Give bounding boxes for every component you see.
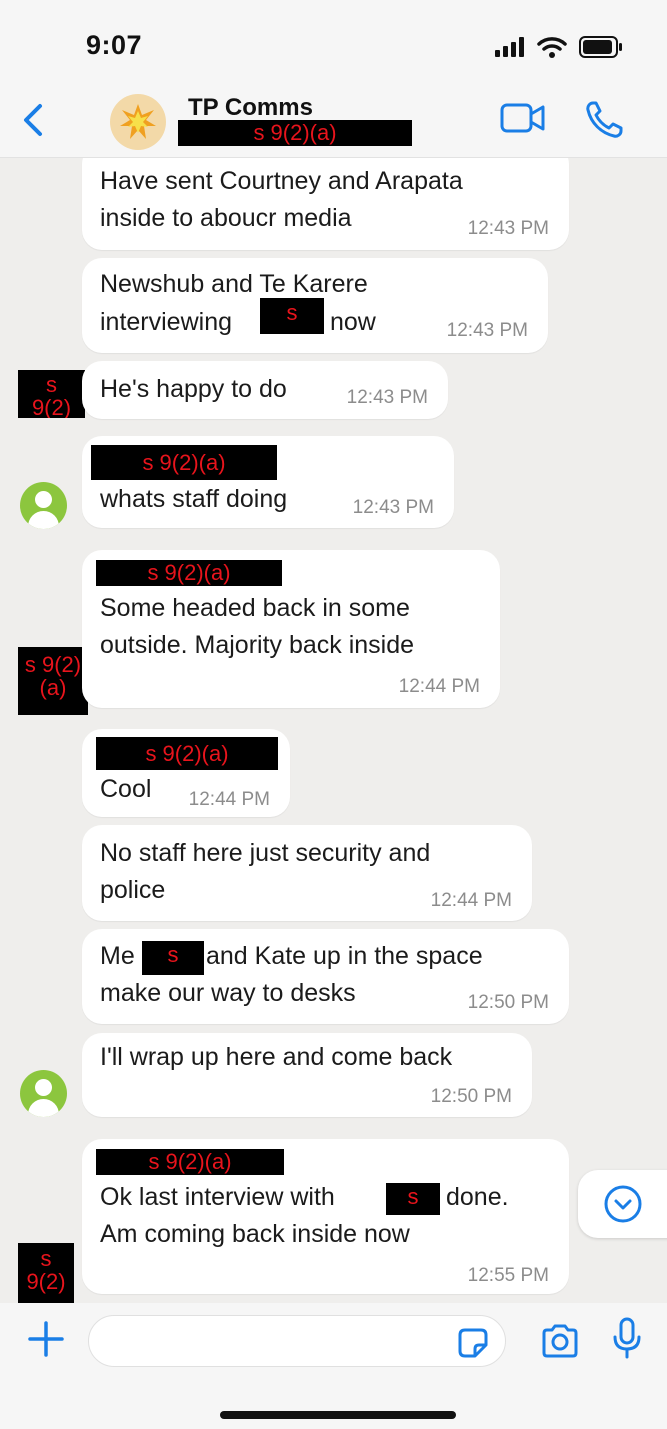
message-bubble[interactable]: Have sent Courtney and Arapata inside to… (82, 158, 569, 250)
message-bubble[interactable]: Me s and Kate up in the space make our w… (82, 929, 569, 1024)
chat-header: TP Comms s 9(2)(a) (0, 90, 667, 158)
message-text: done. (446, 1183, 509, 1211)
message-time: 12:44 PM (430, 890, 512, 911)
wifi-icon (537, 37, 567, 58)
battery-icon (579, 36, 622, 58)
chat-title[interactable]: TP Comms (188, 94, 313, 122)
sender-name-redaction: s 9(2)(a) (96, 737, 278, 770)
message-text: and Kate up in the space (206, 942, 483, 970)
message-text: Me (100, 942, 135, 970)
attach-button[interactable] (26, 1319, 66, 1364)
chevron-left-icon (24, 104, 42, 136)
scroll-to-bottom-button[interactable] (578, 1170, 667, 1238)
sender-name-redaction: s 9(2)(a) (91, 445, 277, 480)
message-bubble[interactable]: No staff here just security and police 1… (82, 825, 532, 921)
sender-name-redaction: s 9(2)(a) (96, 560, 282, 586)
message-bubble[interactable]: I'll wrap up here and come back 12:50 PM (82, 1033, 532, 1117)
message-text: Have sent Courtney and Arapata inside to… (100, 167, 463, 232)
message-bubble[interactable]: s 9(2)(a) Cool 12:44 PM (82, 729, 290, 817)
voice-call-button[interactable] (584, 100, 624, 145)
message-text: whats staff doing (100, 485, 288, 513)
message-time: 12:43 PM (352, 497, 434, 518)
phone-icon (586, 101, 623, 138)
microphone-button[interactable] (612, 1317, 642, 1364)
message-text: interviewing (100, 308, 233, 336)
name-redaction: s (142, 941, 204, 975)
name-redaction: s (260, 298, 324, 334)
avatar-redaction: s 9(2) (a) (18, 647, 88, 715)
message-text: Cool (100, 775, 152, 803)
message-list[interactable]: Have sent Courtney and Arapata inside to… (0, 158, 667, 1303)
camera-button[interactable] (540, 1323, 580, 1364)
message-time: 12:44 PM (188, 789, 270, 810)
message-text: Ok last interview with (100, 1183, 335, 1211)
message-time: 12:43 PM (346, 387, 428, 408)
message-time: 12:55 PM (467, 1265, 549, 1286)
plus-icon (28, 1321, 64, 1357)
sender-avatar[interactable] (20, 482, 67, 529)
message-text: Am coming back inside now (100, 1220, 410, 1248)
message-time: 12:50 PM (467, 992, 549, 1013)
camera-icon (542, 1324, 578, 1358)
message-text: Newshub and Te Karere (100, 270, 368, 298)
message-text: now (330, 308, 376, 336)
microphone-icon (613, 1317, 641, 1359)
message-time: 12:43 PM (467, 218, 549, 239)
status-icons (495, 36, 623, 58)
sender-name-redaction: s 9(2)(a) (96, 1149, 284, 1175)
message-bubble[interactable]: Newshub and Te Karere interviewing s now… (82, 258, 548, 353)
name-redaction: s (386, 1183, 440, 1215)
status-bar: 9:07 (0, 0, 667, 90)
chevron-down-circle-icon (604, 1185, 642, 1223)
video-camera-icon (500, 103, 545, 133)
status-time: 9:07 (86, 30, 143, 60)
message-time: 12:43 PM (446, 320, 528, 341)
message-text: He's happy to do (100, 375, 287, 403)
message-input[interactable] (88, 1315, 506, 1367)
group-avatar[interactable] (110, 94, 166, 150)
message-text: I'll wrap up here and come back (100, 1043, 453, 1071)
sticker-button[interactable] (457, 1327, 489, 1364)
home-indicator (220, 1411, 456, 1419)
message-text: make our way to desks (100, 979, 356, 1007)
sender-avatar[interactable] (20, 1070, 67, 1117)
collision-icon (120, 104, 156, 139)
subtitle-redaction: s 9(2)(a) (178, 120, 412, 146)
signal-icon (495, 37, 524, 57)
message-bubble[interactable]: s 9(2)(a) whats staff doing 12:43 PM (82, 436, 454, 528)
message-bubble[interactable]: s 9(2)(a) Ok last interview with s done.… (82, 1139, 569, 1294)
message-time: 12:50 PM (430, 1086, 512, 1107)
sticker-icon (458, 1328, 488, 1358)
message-bubble[interactable]: s 9(2)(a) Some headed back in some outsi… (82, 550, 500, 708)
message-text: No staff here just security and police (100, 839, 431, 904)
message-bubble[interactable]: He's happy to do 12:43 PM (82, 361, 448, 419)
composer-bar (0, 1303, 667, 1429)
video-call-button[interactable] (500, 102, 546, 139)
message-text: Some headed back in some outside. Majori… (100, 594, 415, 659)
message-time: 12:44 PM (398, 676, 480, 697)
back-button[interactable] (18, 100, 50, 140)
avatar-redaction: s 9(2) (18, 1243, 74, 1303)
avatar-redaction: s 9(2) (18, 370, 85, 418)
